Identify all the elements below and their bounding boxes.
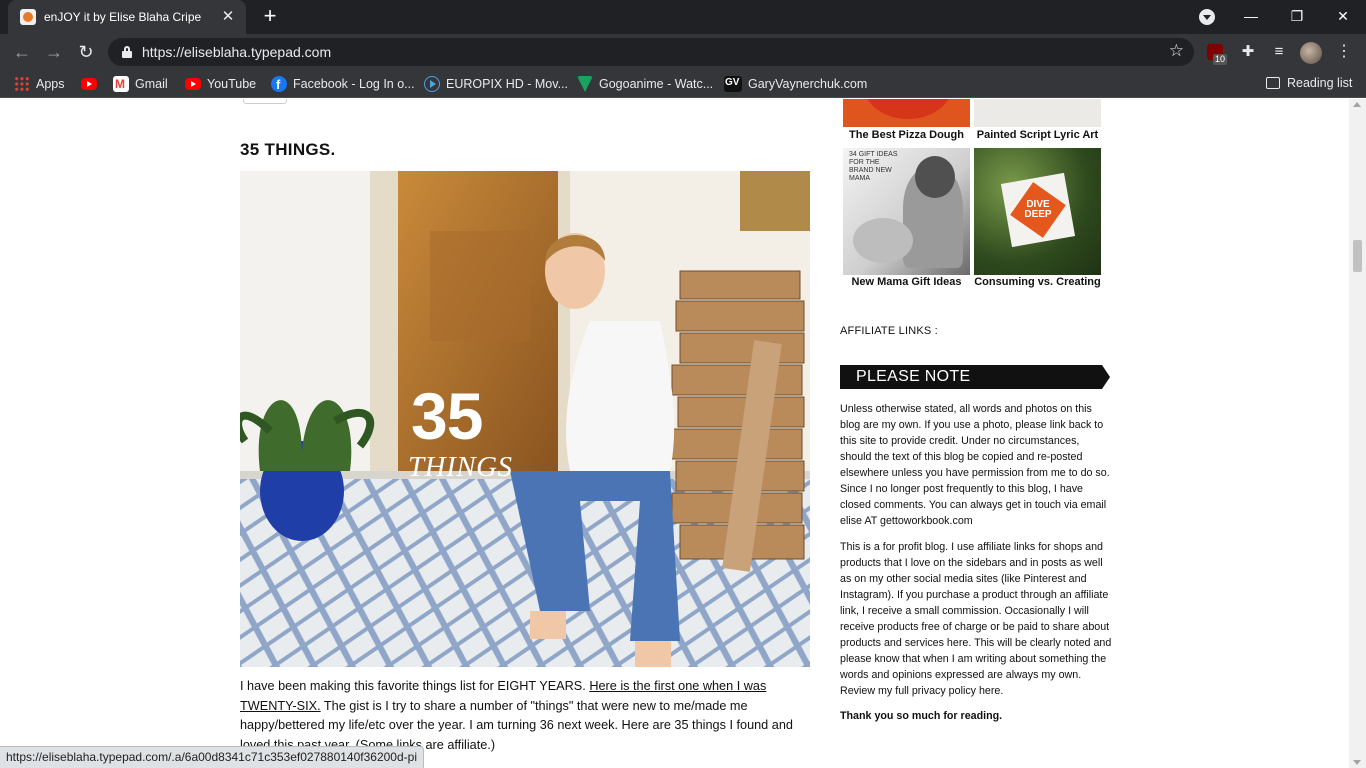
privacy-policy-link[interactable]: here bbox=[979, 685, 1000, 697]
youtube-icon bbox=[185, 78, 201, 90]
lock-icon[interactable] bbox=[122, 46, 132, 58]
thumb-caption[interactable]: The Best Pizza Dough bbox=[841, 129, 972, 141]
thumb-overlay-text: DIVE DEEP bbox=[1024, 199, 1052, 220]
bookmark-label: Apps bbox=[36, 77, 65, 91]
close-window-button[interactable]: ✕ bbox=[1320, 0, 1366, 34]
bookmark-facebook[interactable]: Facebook - Log In o... bbox=[271, 76, 415, 93]
forward-button[interactable]: → bbox=[42, 40, 66, 64]
please-note-banner: PLEASE NOTE bbox=[840, 365, 1110, 389]
scroll-down-arrow-icon[interactable] bbox=[1353, 760, 1361, 765]
previous-widget-edge bbox=[243, 99, 287, 104]
thumb-caption[interactable]: Painted Script Lyric Art bbox=[972, 129, 1103, 141]
please-note-heading: PLEASE NOTE bbox=[856, 368, 971, 385]
bookmark-label: YouTube bbox=[207, 77, 257, 91]
media-control-icon[interactable]: ≡ bbox=[1269, 42, 1289, 62]
status-bar-url: https://eliseblaha.typepad.com/.a/6a00d8… bbox=[0, 746, 424, 768]
bookmark-label: Gogoanime - Watc... bbox=[599, 77, 714, 91]
post-title[interactable]: 35 THINGS. bbox=[240, 140, 336, 160]
browser-toolbar: ← → ↻ https://eliseblaha.typepad.com ☆ bbox=[0, 34, 1366, 70]
note-paragraph-2-text: This is a for profit blog. I use affilia… bbox=[840, 541, 1112, 697]
address-bar[interactable]: https://eliseblaha.typepad.com ☆ bbox=[108, 38, 1194, 66]
pizza-thumbnail[interactable] bbox=[843, 99, 970, 127]
back-button[interactable]: ← bbox=[10, 40, 34, 64]
scroll-up-arrow-icon[interactable] bbox=[1353, 102, 1361, 107]
bookmark-star-icon[interactable]: ☆ bbox=[1169, 41, 1184, 61]
tab-close-icon[interactable]: ✕ bbox=[218, 7, 238, 27]
dive-deep-thumbnail[interactable]: DIVE DEEP bbox=[974, 148, 1101, 275]
europix-icon bbox=[424, 76, 440, 92]
new-tab-button[interactable]: + bbox=[258, 5, 282, 29]
lyric-art-thumbnail[interactable] bbox=[974, 99, 1101, 127]
active-tab[interactable]: enJOY it by Elise Blaha Cripe ✕ bbox=[8, 0, 246, 34]
bookmark-gogoanime[interactable]: Gogoanime - Watc... bbox=[577, 76, 713, 92]
note-paragraph-2-end: . bbox=[1000, 685, 1004, 697]
page-scrollbar[interactable] bbox=[1349, 99, 1366, 768]
bookmark-garyvaynerchuk[interactable]: GaryVaynerchuk.com bbox=[724, 76, 867, 92]
tab-strip: enJOY it by Elise Blaha Cripe ✕ + — ❐ ✕ bbox=[0, 0, 1366, 34]
hero-overlay-word: THINGS bbox=[408, 451, 513, 483]
bookmark-youtube-short[interactable] bbox=[81, 76, 97, 92]
bookmark-apps[interactable]: Apps bbox=[14, 76, 65, 92]
post-intro-rest: The gist is I try to share a number of "… bbox=[240, 698, 793, 752]
reload-button[interactable]: ↻ bbox=[74, 40, 98, 64]
browser-menu-icon[interactable]: ⋮ bbox=[1336, 42, 1352, 62]
bookmark-youtube[interactable]: YouTube bbox=[185, 76, 256, 92]
gogoanime-icon bbox=[577, 76, 593, 92]
post-hero-image[interactable]: 35 THINGS bbox=[240, 171, 810, 667]
facebook-icon bbox=[271, 76, 287, 93]
bookmark-label: Facebook - Log In o... bbox=[293, 77, 415, 91]
bookmark-label: GaryVaynerchuk.com bbox=[748, 77, 868, 91]
bookmark-gmail[interactable]: Gmail bbox=[113, 76, 168, 92]
reading-list-button[interactable]: Reading list bbox=[1266, 76, 1352, 90]
tab-title: enJOY it by Elise Blaha Cripe bbox=[44, 10, 202, 24]
note-paragraph-1: Unless otherwise stated, all words and p… bbox=[840, 403, 1110, 527]
thumb-caption[interactable]: Consuming vs. Creating bbox=[972, 276, 1103, 288]
bookmark-label: Gmail bbox=[135, 77, 168, 91]
tab-search-icon[interactable] bbox=[1199, 9, 1215, 25]
affiliate-links-label: AFFILIATE LINKS : bbox=[840, 325, 938, 337]
gv-icon bbox=[724, 76, 742, 92]
post-intro-paragraph: I have been making this favorite things … bbox=[240, 677, 812, 755]
apps-grid-icon bbox=[14, 76, 30, 92]
reading-list-icon bbox=[1266, 77, 1280, 89]
page-content: 35 THINGS. 35 THINGS I have been making … bbox=[0, 99, 1349, 768]
bookmarks-bar: Apps Gmail YouTube Facebook - Log In o..… bbox=[0, 70, 1366, 98]
restore-button[interactable]: ❐ bbox=[1274, 0, 1320, 34]
hero-overlay-number: 35 bbox=[411, 379, 483, 453]
youtube-icon bbox=[81, 78, 97, 90]
site-favicon-icon bbox=[20, 9, 36, 25]
bookmark-label: EUROPIX HD - Mov... bbox=[446, 77, 569, 91]
note-paragraph-2: This is a for profit blog. I use affilia… bbox=[840, 539, 1112, 699]
gmail-icon bbox=[113, 76, 129, 92]
scroll-thumb[interactable] bbox=[1353, 240, 1362, 272]
profile-avatar[interactable] bbox=[1300, 42, 1322, 64]
thumb-overlay-text: 34 GIFT IDEAS FOR THE BRAND NEW MAMA bbox=[849, 151, 898, 182]
extensions-puzzle-icon[interactable]: ✚ bbox=[1238, 42, 1258, 62]
thanks-text: Thank you so much for reading. bbox=[840, 710, 1003, 722]
mama-gift-thumbnail[interactable]: 34 GIFT IDEAS FOR THE BRAND NEW MAMA bbox=[843, 148, 970, 275]
reading-list-label: Reading list bbox=[1287, 76, 1353, 90]
extension-badge: 10 bbox=[1213, 54, 1228, 65]
bookmark-europix[interactable]: EUROPIX HD - Mov... bbox=[424, 76, 568, 92]
hero-photo bbox=[240, 171, 810, 667]
minimize-button[interactable]: — bbox=[1228, 0, 1274, 34]
thumb-caption[interactable]: New Mama Gift Ideas bbox=[841, 276, 972, 288]
post-intro-text: I have been making this favorite things … bbox=[240, 679, 590, 693]
url-text: https://eliseblaha.typepad.com bbox=[142, 44, 332, 60]
